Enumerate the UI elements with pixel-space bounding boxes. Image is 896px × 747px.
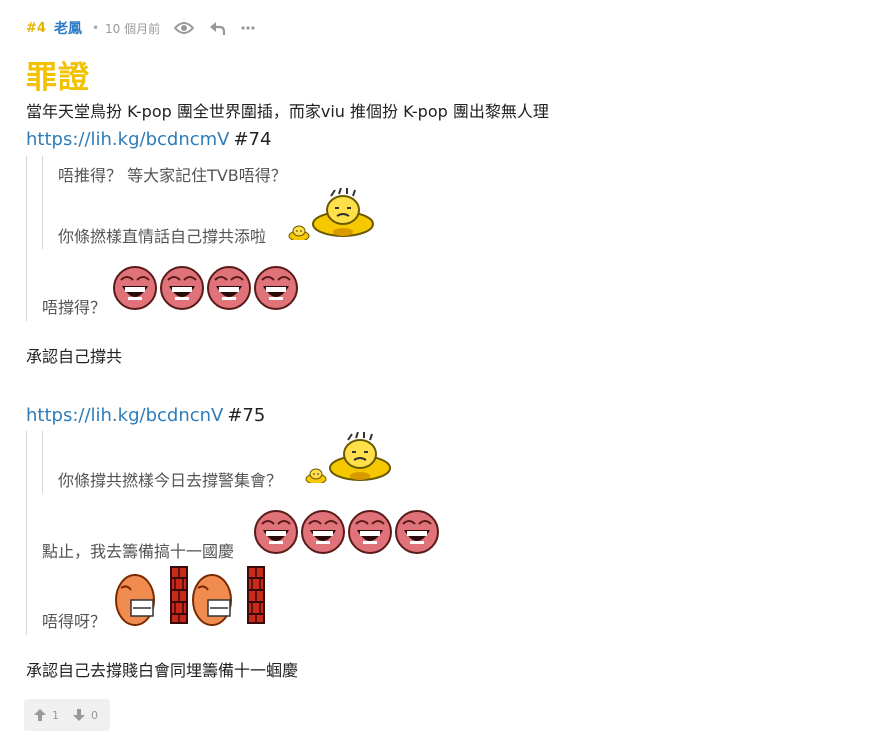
eye-icon[interactable] <box>174 21 195 35</box>
thumb-down-icon <box>73 709 85 721</box>
laugh-emoticon-icon <box>301 510 345 554</box>
more-icon[interactable] <box>240 25 256 31</box>
quote-text: 點止，我去籌備搞十一國慶 <box>42 542 235 561</box>
comment-text: 承認自己撐共 <box>26 347 123 366</box>
reference-2: https://lih.kg/bcdncnV #75 <box>26 405 265 426</box>
intro-text: 當年天堂鳥扮 K-pop 團全世界圍插，而家viu 推個扮 K-pop 團出黎無… <box>26 102 549 121</box>
quote-text: 唔得呀？ <box>42 612 107 631</box>
reference-link-2[interactable]: https://lih.kg/bcdncnV <box>26 405 223 426</box>
laugh-emoticon-icon <box>395 510 439 554</box>
bean-emoticon-icon <box>192 574 232 626</box>
reference-number-2: #75 <box>227 405 266 426</box>
separator-dot: • <box>91 21 100 35</box>
laugh-emoticon-icon <box>207 266 251 310</box>
downvote-button[interactable]: 0 <box>73 709 98 722</box>
upvote-button[interactable]: 1 <box>34 709 59 722</box>
quote-text: 唔撐得？ <box>42 298 107 317</box>
laugh-emoticon-icon <box>254 510 298 554</box>
upvote-count: 1 <box>52 708 59 722</box>
laugh-emoticon-icon <box>160 266 204 310</box>
floor-number: #4 <box>26 20 46 36</box>
brick-wall-icon <box>247 566 265 624</box>
vote-bar: 1 0 <box>24 699 110 731</box>
laugh-emoticon-icon <box>113 266 157 310</box>
quote-text: 你條撚樣直情話自己撐共添啦 <box>58 227 267 246</box>
thumb-up-icon <box>34 709 46 721</box>
bird-emoticon-icon <box>288 225 310 240</box>
brick-wall-icon <box>170 566 188 624</box>
bird-emoticon-icon <box>329 432 391 481</box>
nested-quote-1 <box>42 156 43 249</box>
quote-block-1 <box>26 156 27 321</box>
comment-text: 承認自己去撐賤白會同埋籌備十一蝈慶 <box>26 661 299 680</box>
reference-link-1[interactable]: https://lih.kg/bcdncmV <box>26 129 229 150</box>
bird-emoticon-icon <box>305 468 327 483</box>
bean-emoticon-icon <box>115 574 155 626</box>
reference-number-1: #74 <box>233 129 272 150</box>
post-header: #4 老鳳 • 10 個月前 <box>26 16 256 40</box>
author-name[interactable]: 老鳳 <box>54 18 82 38</box>
downvote-count: 0 <box>91 708 98 722</box>
reply-icon[interactable] <box>208 20 226 36</box>
quote-block-2 <box>26 431 27 635</box>
bird-emoticon-icon <box>312 188 374 237</box>
laugh-emoticon-icon <box>348 510 392 554</box>
nested-quote-2 <box>42 431 43 493</box>
quote-text: 你條撐共撚樣今日去撐警集會？ <box>58 471 283 490</box>
quote-text: 唔推得？ 等大家記住TVB唔得？ <box>58 166 287 185</box>
post-title: 罪證 <box>26 60 90 96</box>
post-time: 10 個月前 <box>105 21 161 36</box>
laugh-emoticon-icon <box>254 266 298 310</box>
reference-1: https://lih.kg/bcdncmV #74 <box>26 129 271 150</box>
